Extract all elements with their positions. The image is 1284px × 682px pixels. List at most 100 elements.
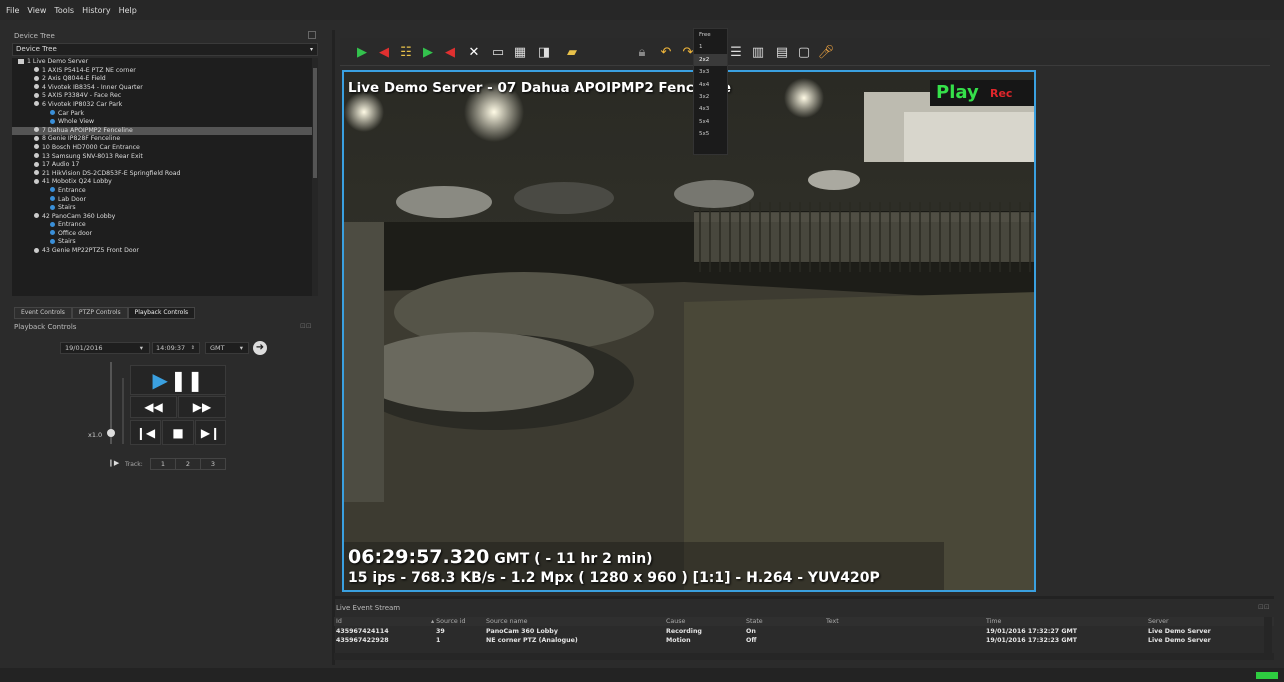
tab-ptzp-controls[interactable]: PTZP Controls: [71, 307, 128, 319]
event-vscrollbar[interactable]: [1264, 617, 1272, 653]
network-icon[interactable]: ☷: [398, 44, 414, 60]
reverse-all-icon[interactable]: ◀: [442, 44, 458, 60]
layout-option[interactable]: 3x2: [694, 91, 727, 103]
column-header[interactable]: Text: [826, 617, 839, 626]
dock-icons[interactable]: ⊡⊡: [1258, 603, 1270, 611]
menu-tools[interactable]: Tools: [54, 6, 74, 15]
skip-start-button[interactable]: ❙◀: [130, 420, 161, 445]
column-header[interactable]: Time: [986, 617, 1001, 626]
step-icon[interactable]: ❙▶: [108, 459, 119, 467]
tree-scrollbar-thumb[interactable]: [313, 68, 317, 178]
tree-item[interactable]: 1 Live Demo Server: [12, 58, 318, 67]
tree-scrollbar[interactable]: [312, 58, 318, 296]
tree-item[interactable]: 6 Vivotek IP8032 Car Park: [12, 101, 318, 110]
tree-item[interactable]: 43 Genie MP22PTZ5 Front Door: [12, 247, 318, 256]
layout-icon[interactable]: ◨: [536, 44, 552, 60]
tree-item[interactable]: 8 Genie IP828F Fenceline: [12, 135, 318, 144]
spinner-icon[interactable]: ⇕: [191, 343, 195, 353]
tree-item[interactable]: 13 Samsung SNV-8013 Rear Exit: [12, 153, 318, 162]
rewind-button[interactable]: ◀◀: [130, 396, 177, 418]
tree-item[interactable]: 17 Audio 17: [12, 161, 318, 170]
time-input[interactable]: 14:09:37 ⇕: [152, 342, 200, 354]
column-header[interactable]: Server: [1148, 617, 1169, 626]
date-picker[interactable]: 19/01/2016 ▾: [60, 342, 150, 354]
tree-item[interactable]: Whole View: [12, 118, 318, 127]
speed-slider-handle[interactable]: [107, 429, 115, 437]
tree-item[interactable]: Entrance: [12, 221, 318, 230]
time-value: 14:09:37: [156, 344, 186, 352]
tree-item[interactable]: 21 HikVision DS-2CD853F-E Springfield Ro…: [12, 170, 318, 179]
tree-item[interactable]: 5 AXIS P3384V - Face Rec: [12, 92, 318, 101]
tree-item[interactable]: 1 AXIS P5414-E PTZ NE corner: [12, 67, 318, 76]
tree-item-label: 41 Mobotix Q24 Lobby: [42, 178, 112, 186]
tree-item-label: 7 Dahua APOIPMP2 Fenceline: [42, 126, 133, 134]
panel-icon[interactable]: ▤: [774, 44, 790, 60]
tree-item[interactable]: 7 Dahua APOIPMP2 Fenceline: [12, 126, 318, 136]
jog-track[interactable]: [122, 378, 124, 444]
monitor-icon[interactable]: ▭: [490, 44, 506, 60]
column-header[interactable]: Id: [336, 617, 342, 626]
layout-option[interactable]: 3x3: [694, 66, 727, 78]
stop-button[interactable]: ■: [162, 420, 194, 445]
track-3-button[interactable]: 3: [201, 459, 225, 469]
event-hscrollbar[interactable]: [334, 653, 1274, 660]
folder-icon[interactable]: ▰: [564, 44, 580, 60]
microphone-icon[interactable]: 🎤︎: [818, 44, 835, 60]
tree-item[interactable]: Office door: [12, 230, 318, 239]
layout-option[interactable]: 1: [694, 41, 727, 53]
track-2-button[interactable]: 2: [176, 459, 201, 469]
tree-item[interactable]: Stairs: [12, 238, 318, 247]
menu-file[interactable]: File: [6, 6, 19, 15]
horizontal-splitter[interactable]: [334, 596, 1274, 599]
video-tile[interactable]: Live Demo Server - 07 Dahua APOIPMP2 Fen…: [342, 70, 1036, 592]
fullscreen-icon[interactable]: ✕: [466, 44, 482, 60]
layout-option[interactable]: 4x4: [694, 79, 727, 91]
lock-icon[interactable]: 🔒︎: [634, 44, 650, 60]
play-all-icon[interactable]: ▶: [420, 44, 436, 60]
column-header[interactable]: State: [746, 617, 763, 626]
skip-end-button[interactable]: ▶❙: [195, 420, 226, 445]
play-pause-button[interactable]: ▶ ❚❚: [130, 365, 226, 395]
tree-item[interactable]: 42 PanoCam 360 Lobby: [12, 213, 318, 222]
layout-option[interactable]: 4x3: [694, 103, 727, 115]
tab-event-controls[interactable]: Event Controls: [14, 307, 72, 319]
dock-icons[interactable]: ⊡⊡: [300, 322, 312, 330]
menu-view[interactable]: View: [27, 6, 46, 15]
grid-icon[interactable]: ▦: [512, 44, 528, 60]
menu-history[interactable]: History: [82, 6, 110, 15]
table-cell: 19/01/2016 17:32:27 GMT: [986, 628, 1078, 635]
tree-item[interactable]: 41 Mobotix Q24 Lobby: [12, 178, 318, 187]
track-1-button[interactable]: 1: [151, 459, 176, 469]
column-header[interactable]: Source name: [486, 617, 528, 626]
list-icon[interactable]: ☰: [728, 44, 744, 60]
menu-help[interactable]: Help: [119, 6, 137, 15]
table-row[interactable]: 435967424114 39 PanoCam 360 Lobby Recording…: [334, 627, 1274, 636]
window-icon[interactable]: ▢: [796, 44, 812, 60]
layout-option[interactable]: Free: [694, 29, 727, 41]
tab-playback-controls[interactable]: Playback Controls: [127, 307, 196, 319]
columns-icon[interactable]: ▥: [750, 44, 766, 60]
layout-option[interactable]: 2x2: [694, 53, 727, 67]
play-reverse-icon[interactable]: ◀: [376, 44, 392, 60]
tree-item[interactable]: Stairs: [12, 204, 318, 213]
skip-end-icon: ▶❙: [200, 425, 221, 440]
tree-item[interactable]: 10 Bosch HD7000 Car Entrance: [12, 144, 318, 153]
layout-option[interactable]: 5x5: [694, 128, 727, 140]
column-header[interactable]: Cause: [666, 617, 685, 626]
tree-item[interactable]: 2 Axis Q8044-E Field: [12, 75, 318, 84]
tree-item[interactable]: 4 Vivotek IB8354 - Inner Quarter: [12, 84, 318, 93]
undock-icon[interactable]: [308, 31, 316, 39]
column-header[interactable]: ▴ Source id: [431, 617, 466, 626]
undo-icon[interactable]: ↶: [658, 44, 674, 60]
device-tree-selector[interactable]: Device Tree ▾: [12, 43, 318, 56]
tree-item[interactable]: Lab Door: [12, 196, 318, 205]
go-arrow-icon[interactable]: ➜: [253, 341, 267, 355]
tree-item[interactable]: Car Park: [12, 110, 318, 119]
tree-item[interactable]: Entrance: [12, 187, 318, 196]
layout-option[interactable]: 5x4: [694, 116, 727, 128]
vertical-splitter[interactable]: [332, 30, 335, 665]
play-forward-icon[interactable]: ▶: [354, 44, 370, 60]
fast-forward-button[interactable]: ▶▶: [178, 396, 226, 418]
timezone-select[interactable]: GMT ▾: [205, 342, 249, 354]
table-row[interactable]: 435967422928 1 NE corner PTZ (Analogue) Mot…: [334, 636, 1274, 645]
